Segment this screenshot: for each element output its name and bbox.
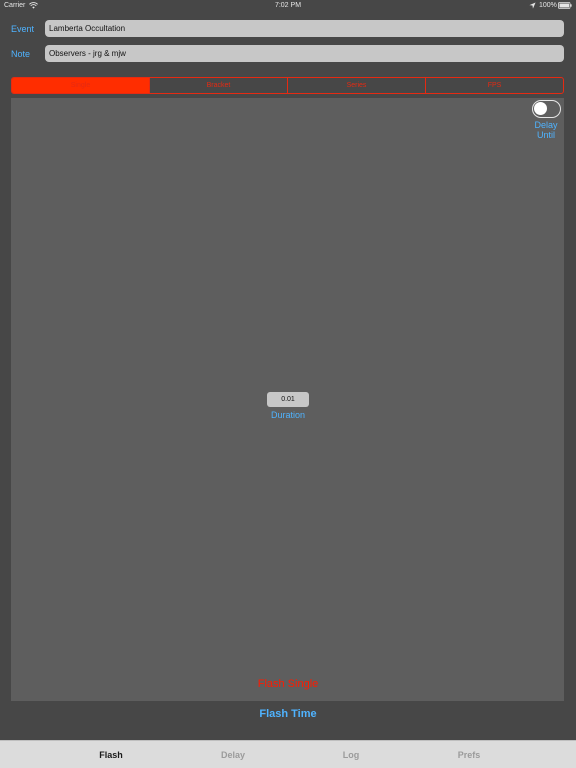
delay-until-line1: Delay [534,120,558,130]
tab-delay[interactable]: Delay [203,750,263,760]
segment-fps[interactable]: FPS [425,78,563,93]
toggle-knob [534,102,547,115]
flash-time-button[interactable]: Flash Time [0,708,576,720]
delay-until-line2: Until [536,130,555,140]
mode-segmented-control: Single Bracket Series FPS [11,77,564,94]
note-input[interactable] [45,45,564,62]
segment-series[interactable]: Series [287,78,425,93]
note-label: Note [11,49,31,59]
duration-value[interactable]: 0.01 [267,392,309,407]
duration-label: Duration [270,410,306,420]
flash-single-button[interactable]: Flash Single [0,678,576,690]
delay-until-toggle[interactable] [532,100,561,118]
tab-log[interactable]: Log [321,750,381,760]
tab-bar: Flash Delay Log Prefs [0,740,576,768]
segment-single[interactable]: Single [12,78,149,93]
event-input[interactable] [45,20,564,37]
delay-until-label: Delay Until [526,120,566,140]
tab-prefs[interactable]: Prefs [439,750,499,760]
battery-icon [558,2,572,9]
location-arrow-icon [529,2,536,9]
tab-flash[interactable]: Flash [81,750,141,760]
event-label: Event [11,24,35,34]
battery-percent: 100% [539,2,557,9]
segment-bracket[interactable]: Bracket [149,78,287,93]
status-bar: Carrier 7:02 PM 100% [0,0,576,12]
status-time: 7:02 PM [274,2,302,9]
